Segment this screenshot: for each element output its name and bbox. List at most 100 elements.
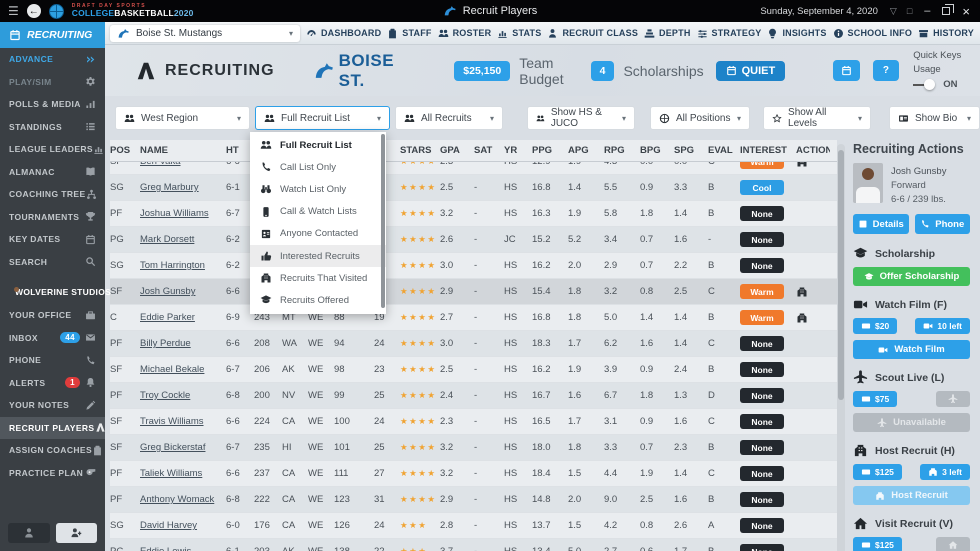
recruit-name-link[interactable]: Eddie Parker <box>140 312 226 323</box>
recruit-name-link[interactable]: Troy Cockle <box>140 390 226 401</box>
recruit-name-link[interactable]: Josh Gunsby <box>140 286 226 297</box>
menu-item-call-list-only[interactable]: Call List Only <box>250 156 386 178</box>
column-header-sat[interactable]: SAT <box>474 145 504 156</box>
watch-film-button[interactable]: Watch Film <box>853 340 970 359</box>
filter-show-all-levels[interactable]: Show All Levels▾ <box>763 106 871 130</box>
back-button[interactable]: ← <box>27 4 41 18</box>
table-row[interactable]: SGTom Harrington6-2180★★★★3.0-HS16.22.02… <box>110 253 837 279</box>
tab-dashboard[interactable]: DASHBOARD <box>306 28 381 39</box>
quick-keys-toggle[interactable] <box>913 80 939 90</box>
recruit-name-link[interactable]: Anthony Womack <box>140 494 226 505</box>
tab-strategy[interactable]: STRATEGY <box>697 28 762 39</box>
tab-insights[interactable]: INSIGHTS <box>767 28 826 39</box>
column-header-bpg[interactable]: BPG <box>640 145 674 156</box>
scrollbar-thumb[interactable] <box>838 150 844 400</box>
tab-depth[interactable]: DEPTH <box>644 28 691 39</box>
details-button[interactable]: Details <box>853 214 909 234</box>
restore-button[interactable] <box>942 7 950 15</box>
sidebar-item-play-sim[interactable]: PLAY/SIM <box>0 71 105 94</box>
sidebar-section-recruiting[interactable]: RECRUITING <box>0 22 105 48</box>
table-row[interactable]: SFJosh Gunsby6-6239IDWE8319★★★★2.9-HS15.… <box>110 279 837 305</box>
filter-show-hs-juco[interactable]: Show HS & JUCO▾ <box>527 106 635 130</box>
recruit-name-link[interactable]: Michael Bekale <box>140 364 226 375</box>
team-selector[interactable]: Boise St. Mustangs ▾ <box>110 25 300 42</box>
table-row[interactable]: PFAnthony Womack6-8222CAWE12331★★★★2.9-H… <box>110 487 837 513</box>
menu-item-call-watch-lists[interactable]: Call & Watch Lists <box>250 201 386 223</box>
add-player-button[interactable] <box>56 523 98 543</box>
recruit-name-link[interactable]: Greg Marbury <box>140 182 226 193</box>
table-row[interactable]: SFBen Vaka6-6242★★★★2.3-HS12.91.94.30.00… <box>110 162 837 175</box>
recruit-name-link[interactable]: Tom Harrington <box>140 260 226 271</box>
column-header-rpg[interactable]: RPG <box>604 145 640 156</box>
column-header-name[interactable]: NAME <box>140 145 226 156</box>
sidebar-item-search[interactable]: SEARCH <box>0 251 105 274</box>
offer-scholarship-button[interactable]: Offer Scholarship <box>853 267 970 286</box>
table-row[interactable]: SFGreg Bickerstaf6-7235HIWE10125★★★★3.2-… <box>110 435 837 461</box>
tab-history[interactable]: HISTORY <box>918 28 974 39</box>
sidebar-item-alerts[interactable]: ALERTS1 <box>0 372 105 395</box>
column-header-ppg[interactable]: PPG <box>532 145 568 156</box>
unavailable-button[interactable]: Unavailable <box>853 413 970 432</box>
table-row[interactable]: PFJoshua Williams6-7201★★★★3.2-HS16.31.9… <box>110 201 837 227</box>
column-header-pos[interactable]: POS <box>110 145 140 156</box>
menu-item-anyone-contacted[interactable]: Anyone Contacted <box>250 223 386 245</box>
filter-all-positions[interactable]: All Positions▾ <box>650 106 750 130</box>
column-header-spg[interactable]: SPG <box>674 145 708 156</box>
tab-stats[interactable]: STATS <box>497 28 541 39</box>
help-button[interactable]: ? <box>873 60 899 81</box>
hamburger-menu-icon[interactable]: ☰ <box>8 4 19 18</box>
table-row[interactable]: CEddie Parker6-9243MTWE8819★★★★2.7-HS16.… <box>110 305 837 331</box>
sidebar-item-inbox[interactable]: INBOX44 <box>0 327 105 350</box>
sidebar-item-tournaments[interactable]: TOURNAMENTS <box>0 206 105 229</box>
table-row[interactable]: PFTaliek Williams6-6237CAWE11127★★★★3.2-… <box>110 461 837 487</box>
recruit-name-link[interactable]: Taliek Williams <box>140 468 226 479</box>
column-header-stars[interactable]: STARS <box>400 145 440 156</box>
minimize-button[interactable]: – <box>924 5 930 17</box>
menu-item-interested-recruits[interactable]: Interested Recruits <box>250 245 386 267</box>
sidebar-item-coaching-tree[interactable]: COACHING TREE <box>0 183 105 206</box>
sidebar-item-league-leaders[interactable]: LEAGUE LEADERS <box>0 138 105 161</box>
column-header-eval[interactable]: EVAL <box>708 145 740 156</box>
menu-item-full-recruit-list[interactable]: Full Recruit List <box>250 134 386 156</box>
filter-full-recruit-list[interactable]: Full Recruit List▾ <box>255 106 390 130</box>
table-row[interactable]: SGGreg Marbury6-1176★★★★2.5-HS16.81.45.5… <box>110 175 837 201</box>
menu-item-recruits-that-visited[interactable]: Recruits That Visited <box>250 267 386 289</box>
table-row[interactable]: PGMark Dorsett6-2189★★★★2.6-JC15.25.23.4… <box>110 227 837 253</box>
table-row[interactable]: PFTroy Cockle6-8200NVWE9925★★★★2.4-HS16.… <box>110 383 837 409</box>
table-row[interactable]: PFBilly Perdue6-6208WAWE9424★★★★3.0-HS18… <box>110 331 837 357</box>
sidebar-item-key-dates[interactable]: KEY DATES <box>0 228 105 251</box>
sidebar-item-almanac[interactable]: ALMANAC <box>0 161 105 184</box>
sidebar-item-your-notes[interactable]: YOUR NOTES <box>0 394 105 417</box>
column-header-yr[interactable]: YR <box>504 145 532 156</box>
table-row[interactable]: SFTravis Williams6-6224CAWE10024★★★★2.3-… <box>110 409 837 435</box>
recruit-name-link[interactable]: Ben Vaka <box>140 162 226 167</box>
menu-item-watch-list-only[interactable]: Watch List Only <box>250 178 386 200</box>
sidebar-item-assign-coaches[interactable]: ASSIGN COACHES <box>0 439 105 462</box>
column-header-gpa[interactable]: GPA <box>440 145 474 156</box>
table-row[interactable]: SGDavid Harvey6-0176CAWE12624★★★2.8-HS13… <box>110 513 837 539</box>
tab-roster[interactable]: ROSTER <box>438 28 492 39</box>
player-view-button[interactable] <box>8 523 50 543</box>
table-row[interactable]: PGEddie Lewis6-1203AKWE13822★★★3.7-HS13.… <box>110 539 837 551</box>
tab-school-info[interactable]: SCHOOL INFO <box>833 28 913 39</box>
sidebar-item-practice-plan[interactable]: PRACTICE PLAN <box>0 462 105 485</box>
sidebar-item-standings[interactable]: STANDINGS <box>0 116 105 139</box>
sidebar-item-polls-media[interactable]: POLLS & MEDIA <box>0 93 105 116</box>
filter-all-recruits[interactable]: All Recruits▾ <box>395 106 503 130</box>
column-header-actions[interactable]: ACTIONS <box>796 145 830 156</box>
phone-button[interactable]: Phone <box>915 214 971 234</box>
close-button[interactable]: × <box>962 5 970 18</box>
tray-volume-icon[interactable]: ▽ <box>890 6 897 17</box>
filter-show-bio[interactable]: Show Bio▾ <box>889 106 980 130</box>
recruit-name-link[interactable]: Greg Bickerstaf <box>140 442 226 453</box>
table-scrollbar[interactable] <box>837 144 845 551</box>
column-header-apg[interactable]: APG <box>568 145 604 156</box>
filter-west-region[interactable]: West Region▾ <box>115 106 250 130</box>
recruit-name-link[interactable]: Joshua Williams <box>140 208 226 219</box>
tray-window-icon[interactable]: □ <box>907 6 912 16</box>
recruit-name-link[interactable]: Mark Dorsett <box>140 234 226 245</box>
recruit-name-link[interactable]: David Harvey <box>140 520 226 531</box>
menu-item-recruits-offered[interactable]: Recruits Offered <box>250 289 386 311</box>
tab-recruit-class[interactable]: RECRUIT CLASS <box>547 28 638 39</box>
sidebar-item-your-office[interactable]: YOUR OFFICE <box>0 304 105 327</box>
